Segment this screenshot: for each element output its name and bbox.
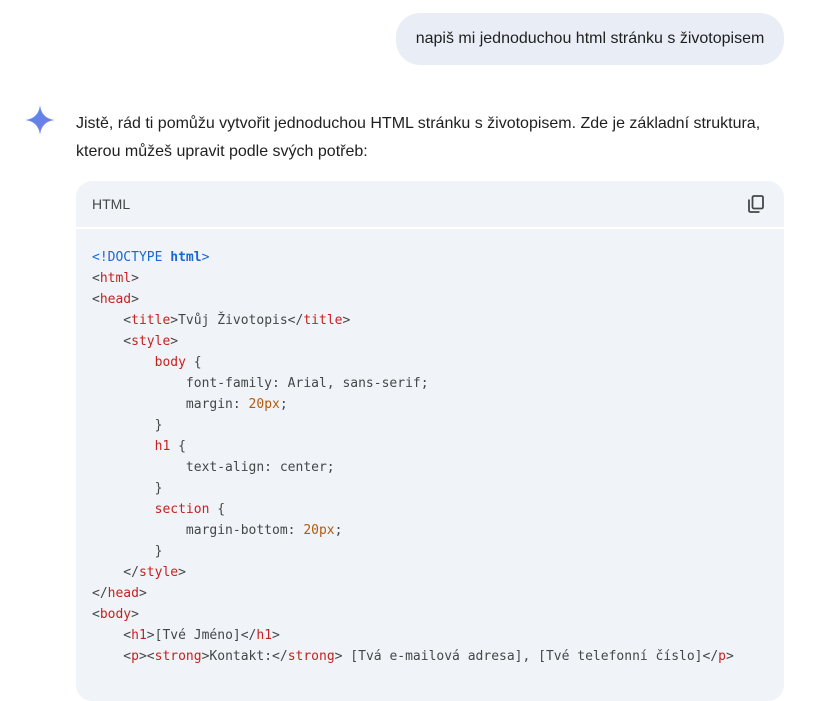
code-token: <!DOCTYPE <box>92 250 171 265</box>
assistant-response: Jistě, rád ti pomůžu vytvořit jednoducho… <box>76 110 796 166</box>
code-token: > <box>131 607 139 622</box>
code-token: h1 <box>256 628 273 643</box>
code-token: margin: <box>92 397 249 412</box>
code-token: > <box>342 313 351 328</box>
code-line: margin: 20px; <box>92 394 768 415</box>
code-token: font-family: Arial, sans-serif; <box>92 376 429 391</box>
code-token: < <box>92 628 132 643</box>
code-line: font-family: Arial, sans-serif; <box>92 373 768 394</box>
code-line: } <box>92 478 768 499</box>
code-line: <title>Tvůj Životopis</title> <box>92 310 768 331</box>
code-token: > <box>201 250 210 265</box>
code-token: text-align: center; <box>92 460 335 475</box>
code-token: > <box>170 334 179 349</box>
code-block: HTML <!DOCTYPE html> <html> <head> <title>… <box>76 181 784 701</box>
code-token: 20px <box>248 397 280 412</box>
code-token: { <box>185 355 202 370</box>
code-token: h1 <box>154 439 171 454</box>
code-token: ; <box>334 523 343 538</box>
code-token: < <box>92 334 132 349</box>
code-token: </ <box>92 586 108 601</box>
code-token: strong <box>287 649 335 664</box>
code-line: section { <box>92 499 768 520</box>
code-line: </head> <box>92 583 768 604</box>
code-token: body <box>99 607 132 622</box>
code-line: <h1>[Tvé Jméno]</h1> <box>92 625 768 646</box>
code-token: >Tvůj Životopis</ <box>170 313 304 328</box>
code-token: >[Tvé Jméno]</ <box>146 628 257 643</box>
code-token: section <box>154 502 210 517</box>
copy-icon <box>748 195 764 213</box>
code-block-header: HTML <box>76 181 784 229</box>
code-token: margin-bottom: <box>92 523 304 538</box>
code-token: < <box>92 313 132 328</box>
code-token: >< <box>138 649 155 664</box>
copy-code-button[interactable] <box>744 192 768 216</box>
code-token: < <box>92 271 100 286</box>
code-line: } <box>92 415 768 436</box>
gemini-sparkle-icon <box>25 105 55 135</box>
code-token: < <box>92 649 132 664</box>
code-token: html <box>170 250 202 265</box>
response-intro-line-1: Jistě, rád ti pomůžu vytvořit jednoducho… <box>76 115 761 132</box>
code-token: p <box>718 649 726 664</box>
code-line: </style> <box>92 562 768 583</box>
code-line: <html> <box>92 268 768 289</box>
code-token: 20px <box>303 523 335 538</box>
code-line: <p><strong>Kontakt:</strong> [Tvá e-mail… <box>92 646 768 667</box>
code-language-label: HTML <box>92 196 131 212</box>
code-token: } <box>92 418 163 433</box>
code-token: > [Tvá e-mailová adresa], [Tvé telefonní… <box>334 649 719 664</box>
code-token: style <box>131 334 171 349</box>
code-token: title <box>303 313 343 328</box>
code-token: > <box>131 292 139 307</box>
code-line: margin-bottom: 20px; <box>92 520 768 541</box>
code-line: text-align: center; <box>92 457 768 478</box>
code-token: { <box>209 502 226 517</box>
code-token: >Kontakt:</ <box>201 649 288 664</box>
user-message: napiš mi jednoduchou html stránku s živo… <box>396 13 784 65</box>
code-line: body { <box>92 352 768 373</box>
code-token: body <box>154 355 186 370</box>
code-token: </ <box>92 565 139 580</box>
code-token: > <box>131 271 139 286</box>
code-token: strong <box>154 649 202 664</box>
code-token: head <box>99 292 132 307</box>
code-token: } <box>92 481 163 496</box>
code-token: < <box>92 292 100 307</box>
response-intro-line-2: kterou můžeš upravit podle svých potřeb: <box>76 143 368 160</box>
code-token: > <box>272 628 280 643</box>
code-token: ; <box>279 397 288 412</box>
code-token: { <box>170 439 186 454</box>
code-token: style <box>138 565 179 580</box>
code-line: <style> <box>92 331 768 352</box>
user-message-text: napiš mi jednoduchou html stránku s živo… <box>415 30 765 47</box>
code-token: title <box>131 313 171 328</box>
code-token: } <box>92 544 163 559</box>
code-line: h1 { <box>92 436 768 457</box>
code-line: <!DOCTYPE html> <box>92 247 768 268</box>
code-token: > <box>726 649 734 664</box>
code-token: p <box>131 649 139 664</box>
code-token: < <box>92 607 100 622</box>
code-content: <!DOCTYPE html> <html> <head> <title>Tvůj … <box>76 229 784 667</box>
code-token: > <box>178 565 186 580</box>
code-token: > <box>138 586 147 601</box>
code-token: h1 <box>131 628 147 643</box>
code-token: head <box>107 586 139 601</box>
code-line: } <box>92 541 768 562</box>
code-line: <body> <box>92 604 768 625</box>
code-line: <head> <box>92 289 768 310</box>
code-token: html <box>99 271 132 286</box>
